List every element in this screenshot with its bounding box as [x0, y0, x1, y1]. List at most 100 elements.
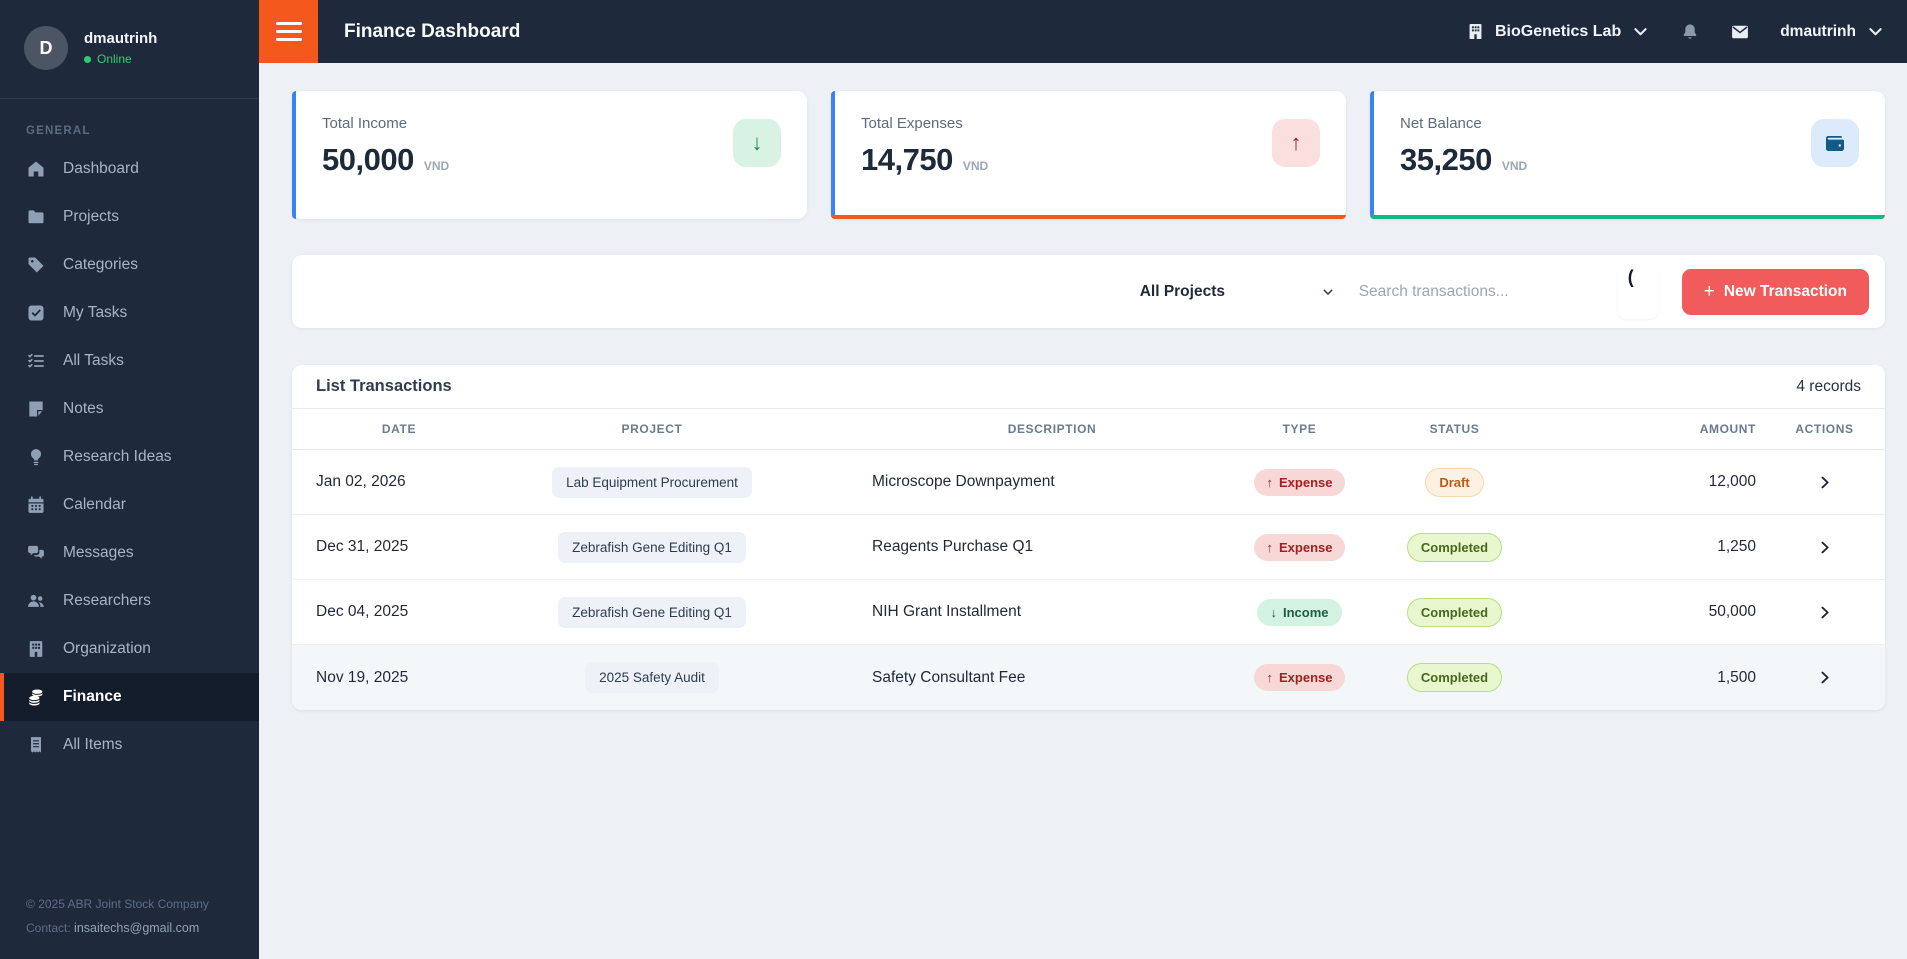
- main-content: Total Income 50,000 VND ↓ Total Expenses 14,7…: [259, 63, 1907, 959]
- transaction-status-cell: Draft: [1367, 467, 1542, 497]
- receipt-icon: [26, 735, 46, 755]
- transaction-description: Reagents Purchase Q1: [872, 538, 1034, 555]
- chevron-right-icon[interactable]: [1816, 604, 1833, 621]
- project-filter-select[interactable]: All Projects: [1140, 283, 1335, 301]
- sidebar-item-researchers[interactable]: Researchers: [0, 577, 259, 625]
- sidebar: D dmautrinh Online GENERAL Dashboard Proj…: [0, 0, 259, 959]
- column-header-date: DATE: [381, 422, 417, 436]
- transaction-status-cell: Completed: [1367, 597, 1542, 627]
- transaction-row[interactable]: Jan 02, 2026 Lab Equipment Procurement Mic…: [292, 450, 1885, 515]
- online-dot-icon: [84, 55, 91, 63]
- status-badge: Draft: [1425, 467, 1484, 497]
- footer-contact-email: insaitechs@gmail.com: [74, 921, 200, 935]
- sidebar-item-notes[interactable]: Notes: [0, 385, 259, 433]
- note-icon: [26, 399, 46, 419]
- column-header-amount: AMOUNT: [1699, 422, 1756, 436]
- transaction-row[interactable]: Dec 31, 2025 Zebrafish Gene Editing Q1 Rea…: [292, 515, 1885, 580]
- sidebar-item-calendar[interactable]: Calendar: [0, 481, 259, 529]
- transaction-row[interactable]: Dec 04, 2025 Zebrafish Gene Editing Q1 NIH…: [292, 580, 1885, 645]
- messages-icon: [26, 543, 46, 563]
- app-root: D dmautrinh Online GENERAL Dashboard Proj…: [0, 0, 1907, 959]
- transaction-project-cell: Zebrafish Gene Editing Q1: [482, 596, 822, 628]
- sidebar-item-dashboard[interactable]: Dashboard: [0, 145, 259, 193]
- sidebar-nav: Dashboard Projects Categories My Tasks All T…: [0, 145, 259, 769]
- check-square-icon: [26, 303, 46, 323]
- sidebar-item-finance[interactable]: Finance: [0, 673, 259, 721]
- stat-card-total-income: Total Income 50,000 VND ↓: [292, 91, 807, 219]
- user-profile[interactable]: D dmautrinh Online: [0, 0, 259, 99]
- chevron-right-icon[interactable]: [1816, 474, 1833, 491]
- chevron-right-icon[interactable]: [1816, 669, 1833, 686]
- chevron-down-icon: [1321, 285, 1335, 299]
- sidebar-item-label: Notes: [63, 400, 104, 417]
- filter-bar: All Projects ( + New Transaction: [292, 255, 1885, 328]
- sidebar-item-label: Organization: [63, 640, 151, 657]
- new-transaction-button[interactable]: + New Transaction: [1681, 268, 1869, 315]
- sidebar-item-label: All Tasks: [63, 352, 124, 369]
- arrow-up-icon: ↑: [1272, 119, 1320, 167]
- sidebar-item-my-tasks[interactable]: My Tasks: [0, 289, 259, 337]
- bell-icon: [1680, 22, 1700, 42]
- transaction-description: Microscope Downpayment: [872, 473, 1055, 490]
- sidebar-footer: © 2025 ABR Joint Stock Company Contact: …: [26, 892, 209, 941]
- transactions-header: List Transactions 4 records: [292, 365, 1885, 409]
- transactions-card: List Transactions 4 records DATE PROJECT D…: [292, 365, 1885, 710]
- sidebar-item-label: All Items: [63, 736, 123, 753]
- overflow-fragment: (: [1617, 264, 1658, 319]
- messages-button[interactable]: [1730, 22, 1750, 42]
- transaction-project-cell: 2025 Safety Audit: [482, 662, 822, 693]
- transaction-date: Dec 31, 2025: [316, 538, 409, 555]
- new-transaction-label: New Transaction: [1723, 282, 1847, 300]
- stat-card-net-balance: Net Balance 35,250 VND: [1370, 91, 1885, 219]
- sidebar-item-label: Dashboard: [63, 160, 139, 177]
- sidebar-item-projects[interactable]: Projects: [0, 193, 259, 241]
- avatar: D: [24, 26, 68, 70]
- chevron-right-icon[interactable]: [1816, 539, 1833, 556]
- sidebar-item-label: My Tasks: [63, 304, 128, 321]
- transaction-status-cell: Completed: [1367, 532, 1542, 562]
- table-body: Jan 02, 2026 Lab Equipment Procurement Mic…: [292, 450, 1885, 710]
- arrow-up-icon: ↑: [1266, 670, 1274, 685]
- status-badge: Completed: [1406, 597, 1503, 627]
- transaction-row[interactable]: Nov 19, 2025 2025 Safety Audit Safety Cons…: [292, 645, 1885, 710]
- arrow-down-icon: ↓: [1270, 604, 1277, 620]
- column-header-project: PROJECT: [621, 422, 683, 436]
- transaction-amount: 1,250: [1717, 538, 1756, 555]
- transaction-description: NIH Grant Installment: [872, 603, 1022, 620]
- transaction-date: Nov 19, 2025: [316, 668, 409, 686]
- lightbulb-icon: [26, 447, 46, 467]
- transaction-actions-cell: [1764, 539, 1885, 556]
- notifications-button[interactable]: [1680, 22, 1700, 42]
- sidebar-item-label: Messages: [63, 544, 134, 561]
- sidebar-item-all-items[interactable]: All Items: [0, 721, 259, 769]
- sidebar-item-messages[interactable]: Messages: [0, 529, 259, 577]
- content-column: Finance Dashboard BioGenetics Lab dmautr…: [259, 0, 1907, 959]
- transaction-actions-cell: [1764, 604, 1885, 621]
- chevron-down-icon: [1866, 22, 1885, 41]
- mail-icon: [1730, 22, 1750, 42]
- tag-icon: [26, 255, 46, 275]
- transaction-type-cell: ↑ Expense: [1232, 664, 1367, 691]
- folder-icon: [26, 207, 46, 227]
- transactions-title: List Transactions: [316, 377, 452, 395]
- transaction-type-cell: ↑ Expense: [1232, 533, 1367, 561]
- type-badge: ↓ Income: [1257, 598, 1342, 626]
- stat-label: Net Balance: [1400, 115, 1482, 132]
- wallet-icon: [1811, 119, 1859, 167]
- sidebar-item-organization[interactable]: Organization: [0, 625, 259, 673]
- list-check-icon: [26, 351, 46, 371]
- sidebar-item-all-tasks[interactable]: All Tasks: [0, 337, 259, 385]
- arrow-up-icon: ↑: [1266, 474, 1274, 490]
- stat-value: 35,250: [1400, 142, 1492, 177]
- transaction-date: Dec 04, 2025: [316, 603, 409, 620]
- hamburger-menu-button[interactable]: [259, 0, 318, 63]
- sidebar-item-label: Finance: [63, 688, 122, 705]
- org-dropdown[interactable]: BioGenetics Lab: [1466, 22, 1650, 41]
- user-dropdown[interactable]: dmautrinh: [1780, 22, 1885, 41]
- sidebar-item-categories[interactable]: Categories: [0, 241, 259, 289]
- type-label: Expense: [1279, 474, 1333, 490]
- transaction-actions-cell: [1764, 474, 1885, 491]
- sidebar-item-label: Research Ideas: [63, 448, 172, 465]
- search-input[interactable]: [1358, 282, 1594, 301]
- sidebar-item-research-ideas[interactable]: Research Ideas: [0, 433, 259, 481]
